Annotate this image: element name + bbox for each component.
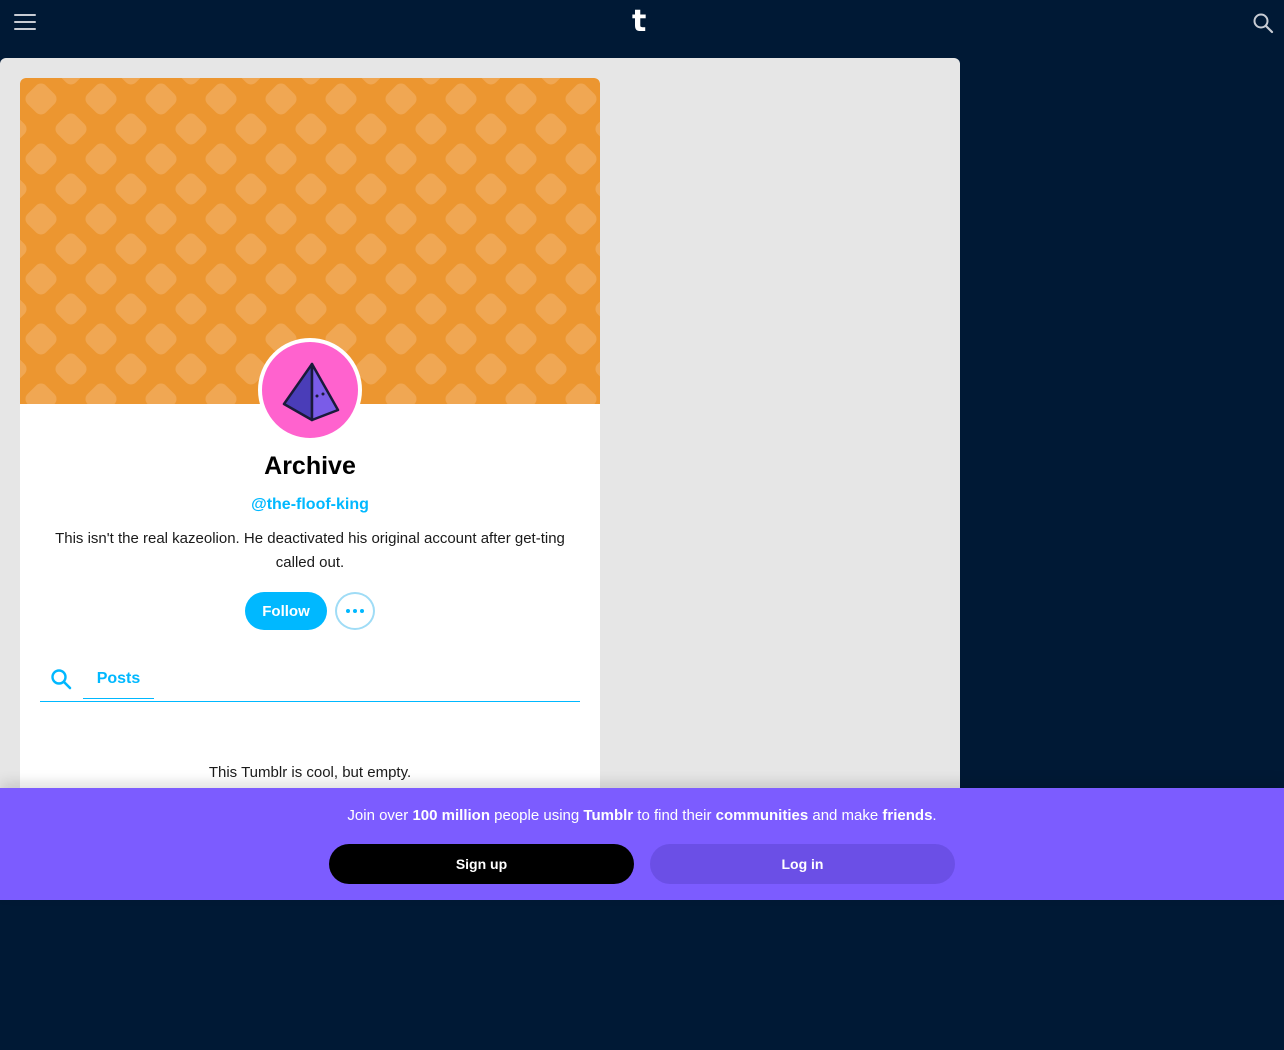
log-in-button[interactable]: Log in [650, 844, 955, 884]
avatar[interactable] [258, 338, 362, 442]
blog-title: Archive [264, 452, 356, 480]
blog-handle[interactable]: @the-floof-king [20, 496, 600, 514]
empty-message: This Tumblr is cool, but empty. [208, 764, 412, 781]
blog-card: Archive @the-floof-king This isn't the r… [20, 78, 600, 800]
blog-tabs: Posts [40, 656, 580, 702]
tumblr-logo[interactable]: t [632, 6, 646, 38]
search-icon[interactable] [1252, 12, 1274, 34]
more-options-icon[interactable] [335, 592, 375, 630]
blog-description: This isn't the real kazeolion. He deacti… [55, 530, 565, 571]
banner-text: Join over 100 million people using Tumbl… [347, 807, 937, 824]
signup-banner: Join over 100 million people using Tumbl… [0, 788, 1284, 900]
sign-up-button[interactable]: Sign up [329, 844, 634, 884]
tab-posts[interactable]: Posts [83, 656, 154, 699]
top-navigation-bar: t [0, 0, 1284, 46]
follow-button[interactable]: Follow [245, 592, 327, 630]
hamburger-menu-icon[interactable] [14, 14, 36, 32]
search-icon[interactable] [50, 668, 72, 690]
